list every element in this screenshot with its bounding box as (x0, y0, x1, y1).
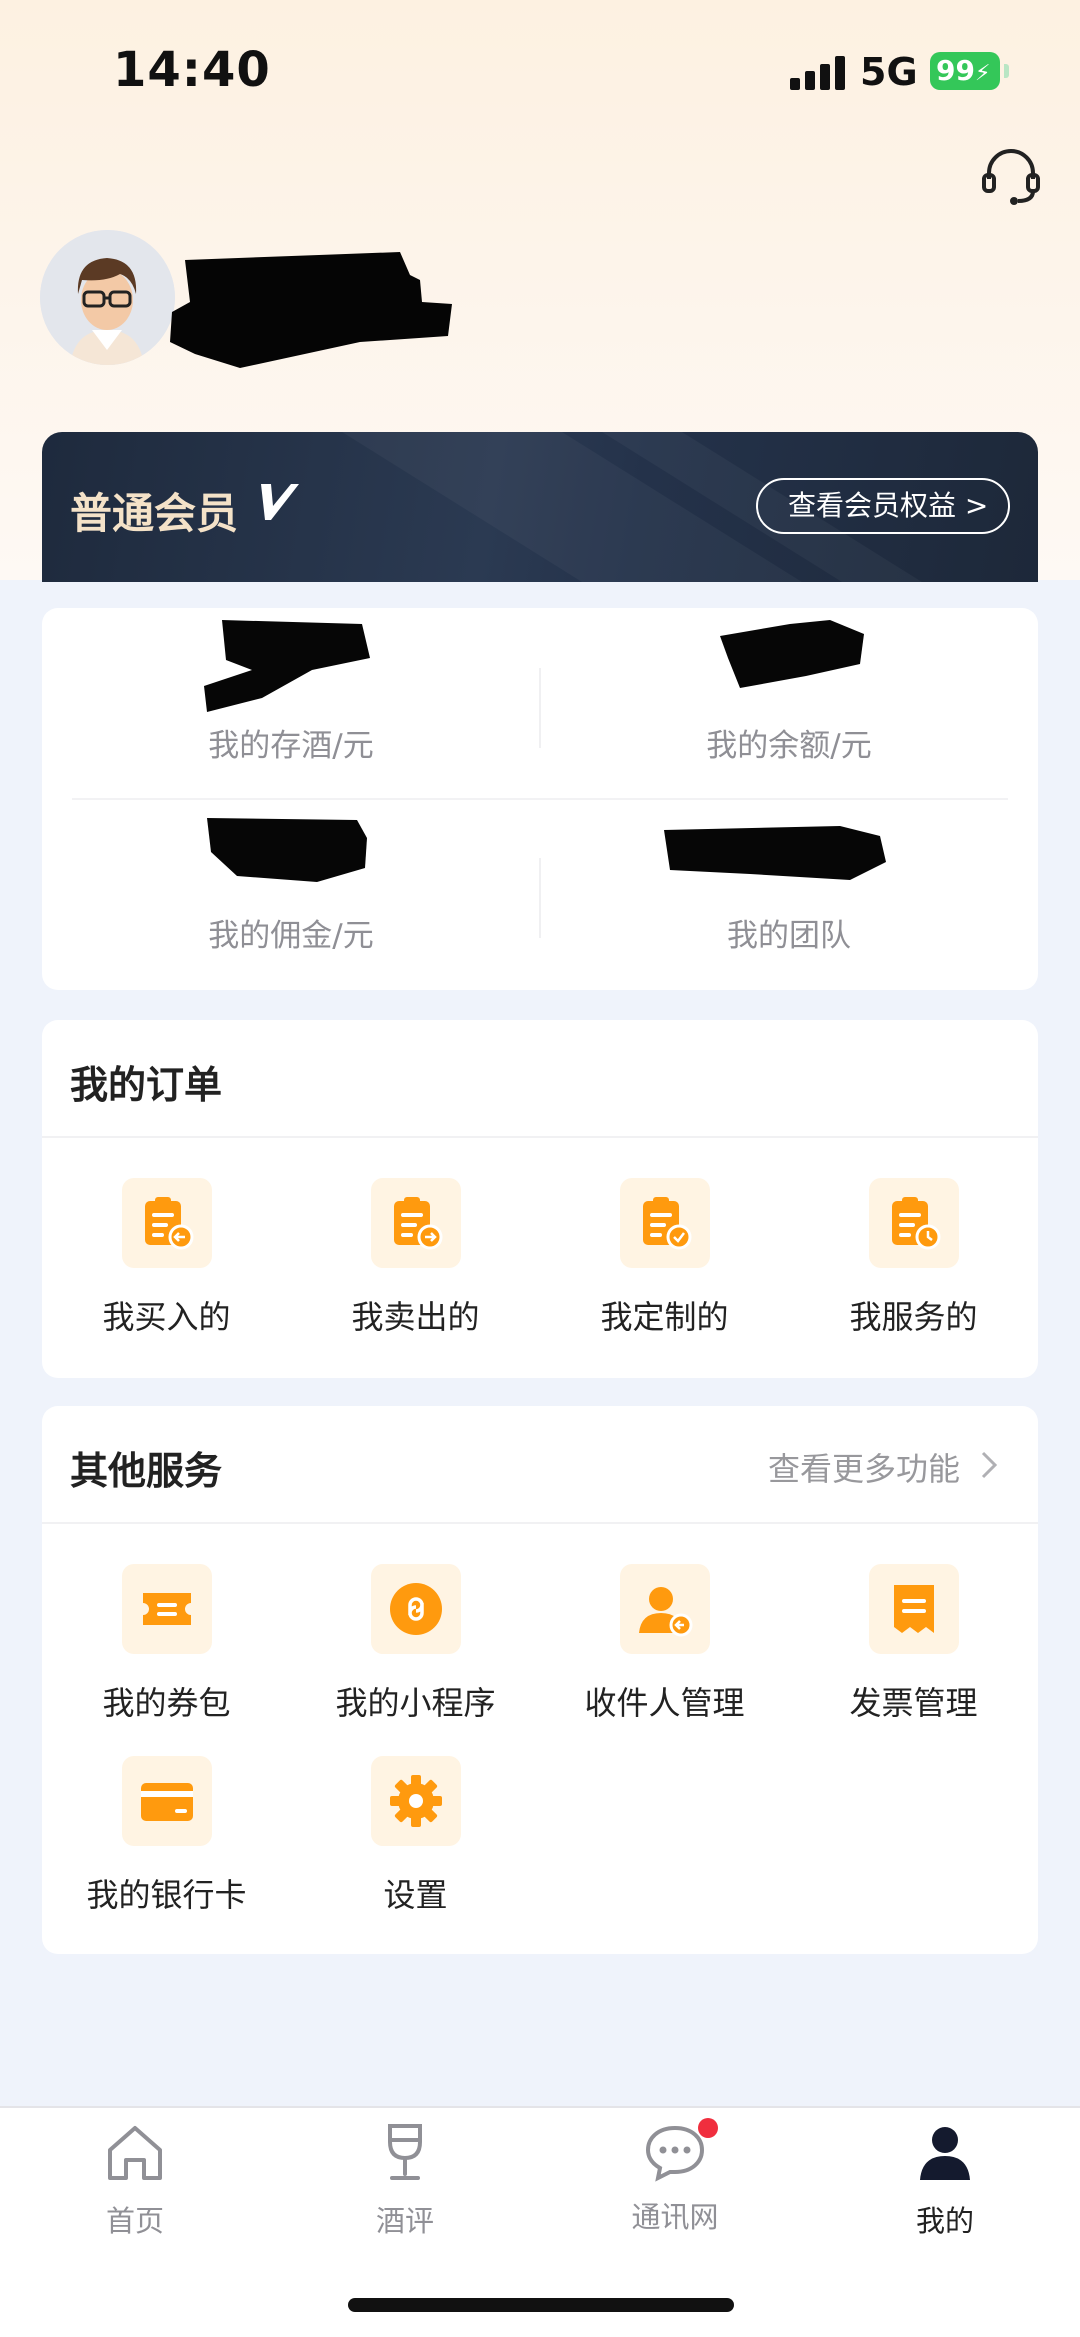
view-more-features-link[interactable]: 查看更多功能 (768, 1444, 960, 1490)
stat-value-redacted (204, 620, 370, 712)
battery-level: 99 (936, 54, 975, 87)
stat-team[interactable]: 我的团队 (540, 800, 1038, 990)
invoice-icon (868, 1564, 959, 1654)
stat-value-redacted (720, 620, 864, 688)
recipient-icon (619, 1564, 710, 1654)
other-services-card: 其他服务 查看更多功能 我的券包 我的小程序 收件人管理 发票管理 我的银行卡 … (42, 1406, 1038, 1954)
coupon-wallet-button[interactable]: 我的券包 (42, 1564, 291, 1724)
member-banner[interactable]: 普通会员 查看会员权益 > (42, 432, 1038, 582)
invoice-management-button[interactable]: 发票管理 (789, 1564, 1038, 1724)
stat-value-redacted (664, 826, 886, 880)
my-orders-card: 我的订单 我买入的 我卖出的 我定制的 我服务的 (42, 1020, 1038, 1378)
stat-label: 我的余额/元 (706, 728, 872, 764)
mini-program-button[interactable]: 我的小程序 (291, 1564, 540, 1724)
tab-profile-label: 我的 (915, 2204, 974, 2238)
tab-home-label: 首页 (105, 2204, 164, 2238)
bank-card-button[interactable]: 我的银行卡 (42, 1756, 291, 1916)
home-icon (108, 2126, 162, 2180)
chat-icon (645, 2125, 705, 2182)
stat-commission[interactable]: 我的佣金/元 (42, 800, 540, 990)
customer-service-headset-icon[interactable] (980, 145, 1042, 207)
stat-balance[interactable]: 我的余额/元 (540, 608, 1038, 798)
tab-wine-review-label: 酒评 (375, 2204, 434, 2238)
order-custom-icon (619, 1178, 710, 1268)
chat-icon-wrapper (644, 2118, 718, 2184)
tab-profile[interactable]: 我的 (810, 2122, 1080, 2240)
tab-messages-label: 通讯网 (631, 2200, 719, 2234)
member-level-title: 普通会员 (70, 489, 239, 538)
settings-label: 设置 (383, 1876, 448, 1914)
tab-messages[interactable]: 通讯网 (540, 2118, 810, 2236)
coupon-icon (121, 1564, 212, 1654)
status-bar: 14:40 5G 99⚡ (0, 0, 1080, 140)
stat-value-redacted (207, 818, 367, 882)
order-bought-button[interactable]: 我买入的 (42, 1178, 291, 1338)
username-redacted (170, 252, 452, 368)
order-service-icon (868, 1178, 959, 1268)
status-time: 14:40 (113, 42, 271, 98)
tab-wine-review[interactable]: 酒评 (270, 2122, 540, 2240)
signal-icon (790, 56, 846, 90)
order-sold-icon (370, 1178, 461, 1268)
settings-button[interactable]: 设置 (291, 1756, 540, 1916)
settings-gear-icon (370, 1756, 461, 1846)
stat-label: 我的存酒/元 (208, 728, 374, 764)
order-service-button[interactable]: 我服务的 (789, 1178, 1038, 1338)
mini-program-label: 我的小程序 (335, 1684, 496, 1722)
order-sold-button[interactable]: 我卖出的 (291, 1178, 540, 1338)
chevron-right-icon[interactable] (978, 1450, 1000, 1480)
home-indicator[interactable] (348, 2298, 734, 2312)
wallet-stats-card: 我的存酒/元 我的余额/元 我的佣金/元 我的团队 (42, 608, 1038, 990)
notification-badge (698, 2118, 718, 2138)
view-member-benefits-button[interactable]: 查看会员权益 > (756, 478, 1010, 534)
coupon-label: 我的券包 (102, 1684, 231, 1722)
order-service-label: 我服务的 (849, 1298, 978, 1336)
stat-label: 我的佣金/元 (208, 918, 374, 954)
battery-tip (1004, 64, 1009, 78)
recipient-label: 收件人管理 (584, 1684, 745, 1722)
vip-v-icon (261, 484, 299, 520)
order-custom-button[interactable]: 我定制的 (540, 1178, 789, 1338)
bank-card-icon (121, 1756, 212, 1846)
section-divider (42, 1522, 1038, 1524)
section-divider (42, 1136, 1038, 1138)
profile-icon (920, 2127, 970, 2180)
order-bought-label: 我买入的 (102, 1298, 231, 1336)
order-bought-icon (121, 1178, 212, 1268)
battery-icon: 99⚡ (930, 52, 1000, 90)
wine-glass-icon (388, 2124, 422, 2180)
tab-home[interactable]: 首页 (0, 2122, 270, 2240)
network-type: 5G (860, 50, 918, 94)
services-section-title: 其他服务 (70, 1449, 223, 1493)
bank-card-label: 我的银行卡 (86, 1876, 247, 1914)
invoice-label: 发票管理 (849, 1684, 978, 1722)
mini-program-icon (370, 1564, 461, 1654)
stat-stored-wine[interactable]: 我的存酒/元 (42, 608, 540, 798)
order-sold-label: 我卖出的 (351, 1298, 480, 1336)
orders-section-title: 我的订单 (70, 1063, 223, 1107)
stat-label: 我的团队 (727, 918, 851, 954)
recipient-management-button[interactable]: 收件人管理 (540, 1564, 789, 1724)
order-custom-label: 我定制的 (600, 1298, 729, 1336)
